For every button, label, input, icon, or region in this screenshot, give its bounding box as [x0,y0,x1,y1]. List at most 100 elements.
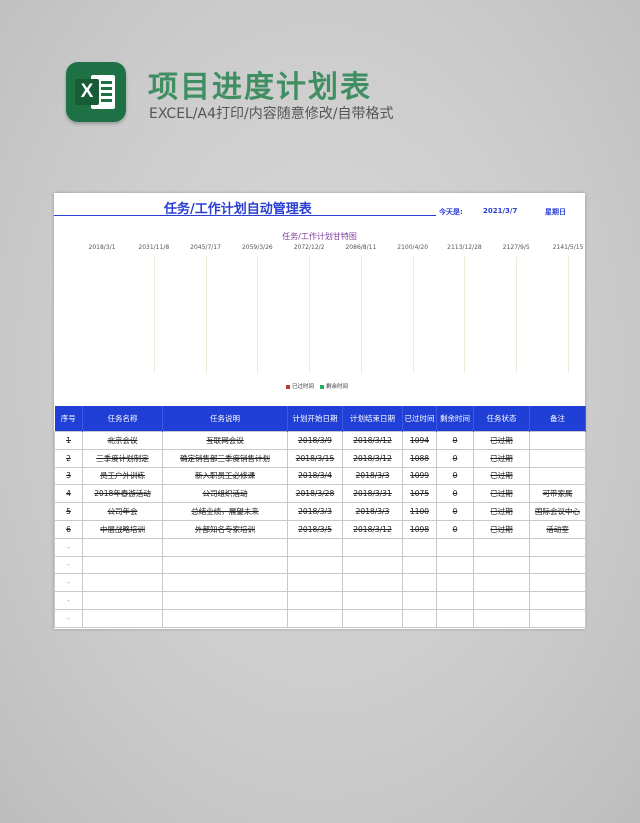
table-cell[interactable]: 0 [436,431,474,450]
column-header[interactable]: 剩余时间 [436,406,474,432]
table-cell[interactable] [436,573,474,593]
table-cell[interactable]: 2018/3/12 [342,448,403,468]
table-cell[interactable]: 2018/3/3 [342,466,403,486]
table-cell[interactable] [436,591,474,610]
table-cell[interactable]: - [54,608,83,628]
table-cell[interactable]: 活动室 [529,519,586,539]
table-cell[interactable] [342,537,403,557]
table-cell[interactable]: 外部知名专家培训 [162,519,288,539]
table-cell[interactable] [287,555,343,575]
table-cell[interactable]: 国际会议中心 [529,502,586,521]
table-row[interactable]: - [54,608,586,628]
table-cell[interactable]: 已过期 [473,466,530,486]
table-cell[interactable]: 0 [436,466,474,486]
table-cell[interactable]: 6 [54,519,83,539]
table-cell[interactable] [82,608,163,628]
column-header[interactable]: 任务名称 [82,406,163,432]
table-cell[interactable] [402,537,437,557]
table-cell[interactable]: 2018/3/15 [287,448,343,468]
table-cell[interactable]: 公司组织活动 [162,484,288,504]
column-header[interactable]: 任务状态 [473,406,530,432]
table-cell[interactable] [473,608,530,628]
table-cell[interactable] [436,608,474,628]
table-cell[interactable]: 3 [54,466,83,486]
table-cell[interactable]: 2018/3/3 [342,502,403,521]
table-cell[interactable]: 新入职员工必修课 [162,466,288,486]
table-cell[interactable]: 确定销售部三季度销售计划 [162,448,288,468]
table-cell[interactable] [473,573,530,593]
table-cell[interactable] [436,537,474,557]
table-cell[interactable] [287,591,343,610]
table-row[interactable]: 2 三季度计划制定 确定销售部三季度销售计划 2018/3/15 2018/3/12 10… [54,448,586,468]
column-header[interactable]: 计划结束日期 [342,406,403,432]
column-header[interactable]: 序号 [54,406,83,432]
table-cell[interactable] [287,608,343,628]
table-cell[interactable]: 5 [54,502,83,521]
table-cell[interactable]: 公司年会 [82,502,163,521]
table-cell[interactable] [162,608,288,628]
table-cell[interactable]: 0 [436,484,474,504]
table-cell[interactable] [342,608,403,628]
table-cell[interactable]: - [54,573,83,593]
table-cell[interactable]: 2 [54,448,83,468]
table-cell[interactable]: 三季度计划制定 [82,448,163,468]
table-cell[interactable]: 2018/3/4 [287,466,343,486]
table-cell[interactable]: 1098 [402,519,437,539]
table-cell[interactable] [529,448,586,468]
table-cell[interactable] [342,573,403,593]
table-cell[interactable]: 2018/3/12 [342,431,403,450]
column-header[interactable]: 任务说明 [162,406,288,432]
table-cell[interactable]: 已过期 [473,431,530,450]
table-cell[interactable] [402,555,437,575]
table-cell[interactable] [162,573,288,593]
table-cell[interactable]: 已过期 [473,519,530,539]
table-cell[interactable]: 0 [436,519,474,539]
table-cell[interactable]: 4 [54,484,83,504]
table-cell[interactable]: 0 [436,502,474,521]
table-cell[interactable]: - [54,591,83,610]
table-cell[interactable] [82,555,163,575]
table-row[interactable]: 3 员工户外训练 新入职员工必修课 2018/3/4 2018/3/3 1099 0 已过期 [54,466,586,486]
table-cell[interactable] [402,573,437,593]
table-cell[interactable]: 1075 [402,484,437,504]
table-cell[interactable] [82,591,163,610]
table-cell[interactable] [529,466,586,486]
table-cell[interactable] [402,608,437,628]
table-cell[interactable] [529,591,586,610]
table-cell[interactable] [529,431,586,450]
table-row[interactable]: - [54,591,586,610]
table-row[interactable]: - [54,573,586,593]
table-cell[interactable]: 2018年春游活动 [82,484,163,504]
table-cell[interactable]: 2018/3/28 [287,484,343,504]
table-cell[interactable]: 已过期 [473,502,530,521]
table-cell[interactable]: 1099 [402,466,437,486]
table-cell[interactable]: 互联网会议 [162,431,288,450]
table-cell[interactable] [436,555,474,575]
table-cell[interactable]: 已过期 [473,448,530,468]
table-cell[interactable] [473,537,530,557]
table-cell[interactable] [287,537,343,557]
table-row[interactable]: 4 2018年春游活动 公司组织活动 2018/3/28 2018/3/31 1075 0 已… [54,484,586,504]
table-cell[interactable]: 2018/3/12 [342,519,403,539]
table-cell[interactable] [342,555,403,575]
table-cell[interactable] [529,573,586,593]
table-cell[interactable] [402,591,437,610]
table-row[interactable]: 5 公司年会 总结业绩，展望未来 2018/3/3 2018/3/3 1100 0 已过期 国际… [54,502,586,521]
table-cell[interactable]: 中层战略培训 [82,519,163,539]
table-cell[interactable]: - [54,537,83,557]
table-cell[interactable]: 1088 [402,448,437,468]
table-cell[interactable] [473,555,530,575]
table-cell[interactable]: 可带家属 [529,484,586,504]
column-header[interactable]: 已过时间 [402,406,437,432]
table-cell[interactable]: 2018/3/5 [287,519,343,539]
table-cell[interactable]: 1094 [402,431,437,450]
table-cell[interactable] [287,573,343,593]
table-cell[interactable] [82,537,163,557]
table-cell[interactable] [162,537,288,557]
table-cell[interactable]: 1 [54,431,83,450]
table-cell[interactable] [162,555,288,575]
table-row[interactable]: - [54,555,586,575]
table-cell[interactable]: 2018/3/3 [287,502,343,521]
column-header[interactable]: 备注 [529,406,586,432]
table-row[interactable]: - [54,537,586,557]
